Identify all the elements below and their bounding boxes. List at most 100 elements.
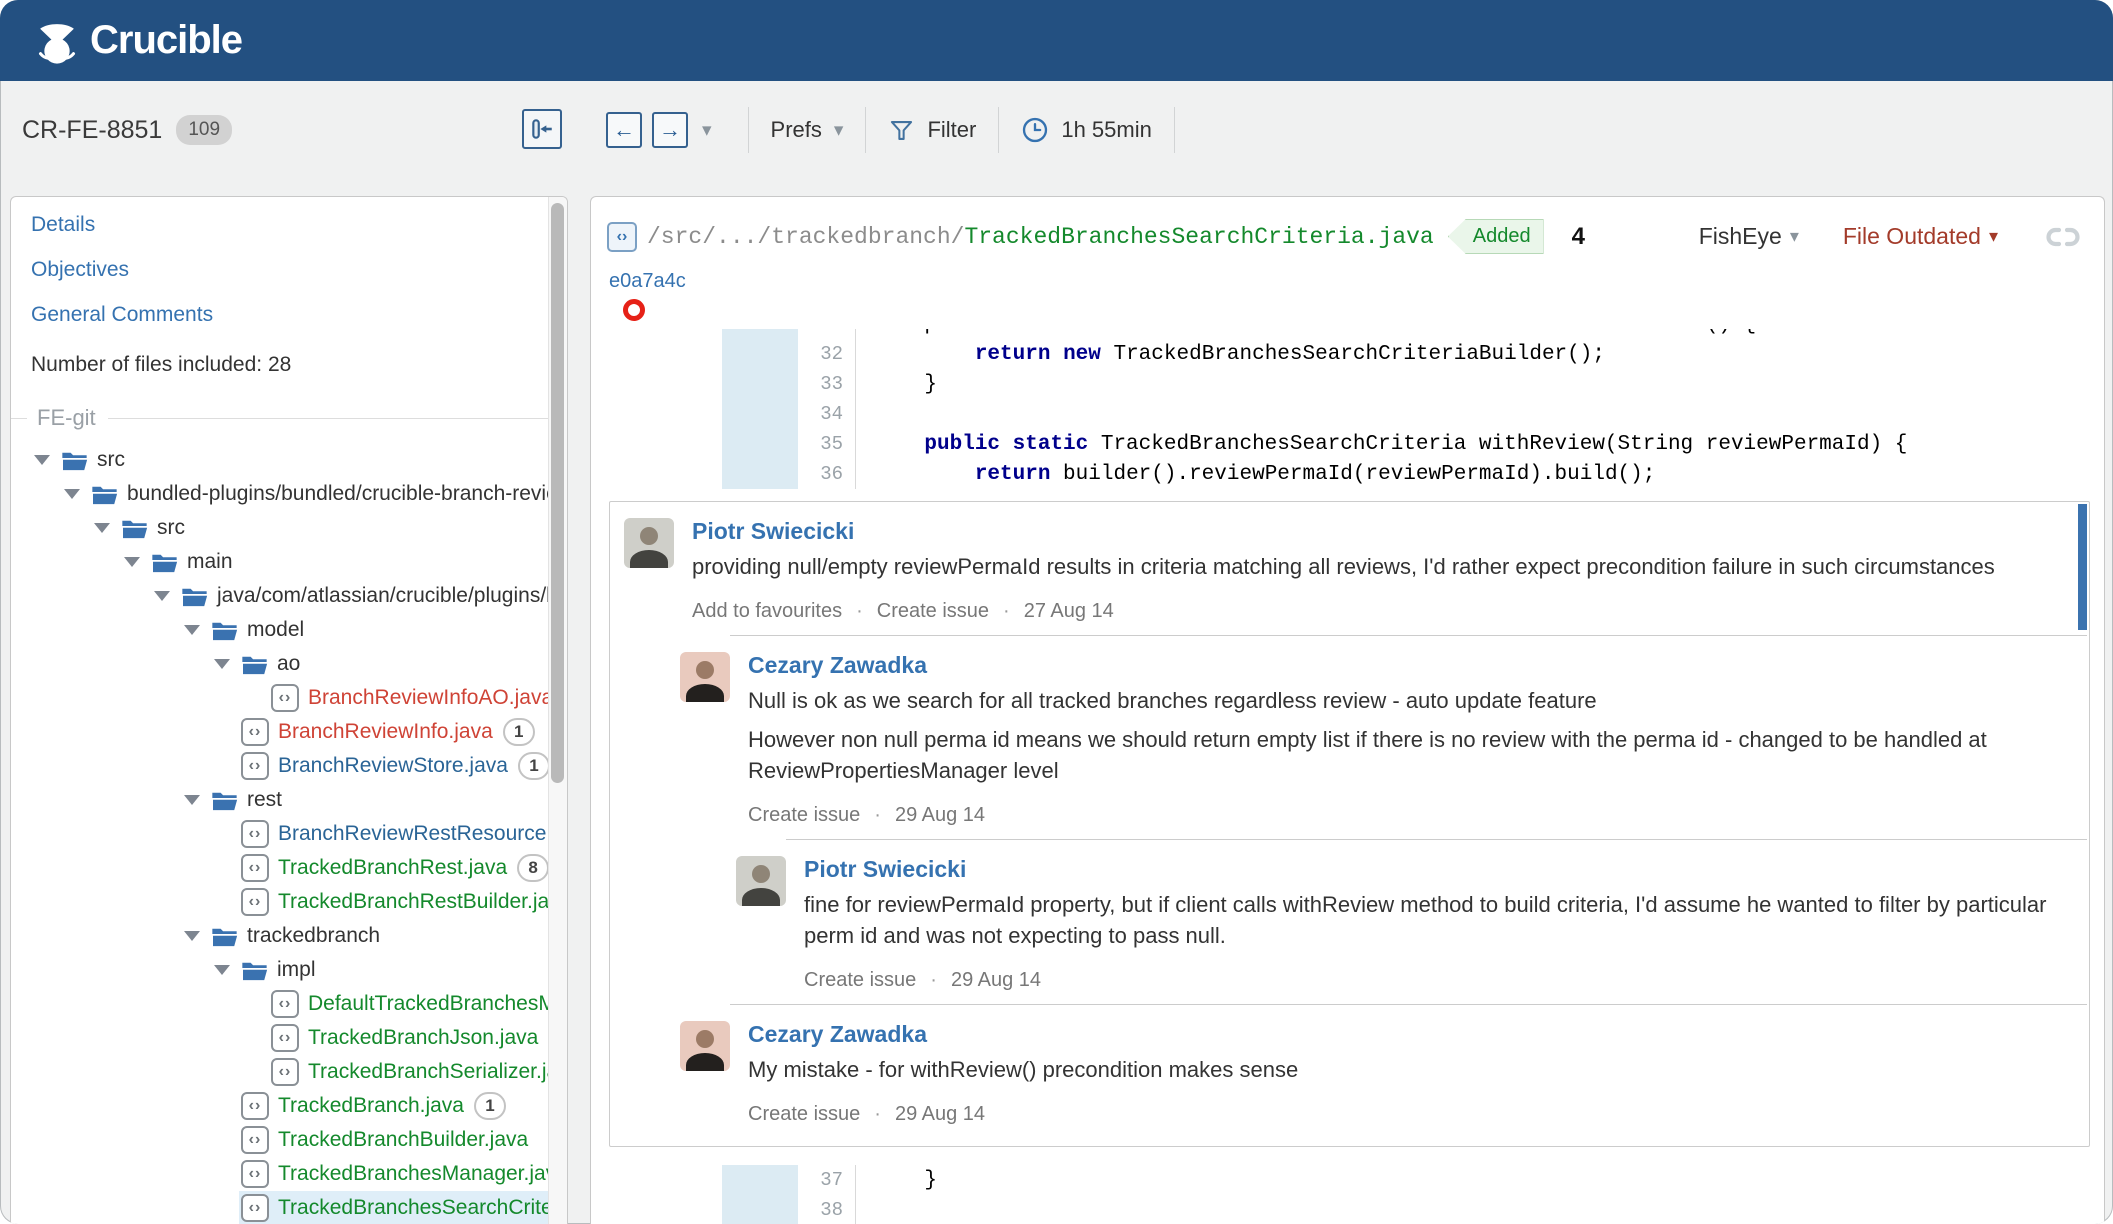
tree-item-folder[interactable]: ao — [31, 647, 567, 681]
avatar-head — [696, 1030, 714, 1048]
chevron-down-icon[interactable] — [94, 523, 110, 533]
comment-footer: Create issue · 29 Aug 14 — [748, 1103, 2059, 1126]
line-number[interactable]: 37 — [798, 1165, 856, 1195]
tree-item-folder[interactable]: main — [31, 545, 567, 579]
chevron-down-icon[interactable] — [184, 931, 200, 941]
comment-text: However non null perma id means we shoul… — [748, 727, 1987, 783]
dot-separator: · — [930, 969, 937, 991]
chevron-down-icon[interactable] — [154, 591, 170, 601]
folder-label: src — [157, 516, 185, 539]
tree-file-content: ‹› TrackedBranchesManager.java — [239, 1157, 567, 1191]
tree-file-content: ‹› TrackedBranchBuilder.java — [239, 1123, 567, 1157]
tree-item-folder[interactable]: model — [31, 613, 567, 647]
sidebar-scrollbar[interactable] — [548, 197, 567, 1224]
line-number[interactable]: 34 — [798, 399, 856, 429]
line-number[interactable]: 35 — [798, 429, 856, 459]
chevron-down-icon[interactable] — [64, 489, 80, 499]
tree-item-file[interactable]: ‹› BranchReviewInfo.java 1 — [31, 715, 567, 749]
chevron-down-icon[interactable] — [34, 455, 50, 465]
comment-action-link[interactable]: Create issue — [877, 600, 989, 623]
file-code-icon: ‹› — [241, 1160, 269, 1188]
fisheye-dropdown[interactable]: FishEye ▾ — [1699, 223, 1799, 250]
tree-folder-content: rest — [209, 783, 567, 817]
dot-separator: · — [1003, 600, 1010, 622]
nav-dropdown-caret-icon[interactable]: ▾ — [702, 119, 712, 142]
tree-item-folder[interactable]: impl — [31, 953, 567, 987]
comment-action-link[interactable]: Create issue — [748, 804, 860, 827]
folder-icon — [241, 960, 268, 981]
file-code-icon: ‹› — [241, 752, 269, 780]
prev-diff-button[interactable]: ← — [606, 112, 642, 148]
tree-item-folder[interactable]: rest — [31, 783, 567, 817]
tree-item-file[interactable]: ‹› TrackedBranchRest.java 8 — [31, 851, 567, 885]
file-label: TrackedBranchRest.java — [278, 856, 508, 879]
tree-item-file[interactable]: ‹› TrackedBranchBuilder.java — [31, 1123, 567, 1157]
tree-item-file[interactable]: ‹› TrackedBranchJson.java — [31, 1021, 567, 1055]
file-label: TrackedBranchRestBuilder.java — [278, 890, 567, 913]
code-line: 36 return builder().reviewPermaId(review… — [591, 459, 2104, 489]
tree-item-file[interactable]: ‹› BranchReviewInfoAO.java — [31, 681, 567, 715]
comment-author-link[interactable]: Cezary Zawadka — [748, 652, 927, 679]
comment-scrollbar-thumb[interactable] — [2078, 504, 2087, 630]
file-code-icon: ‹› — [271, 1058, 299, 1086]
next-diff-button[interactable]: → — [652, 112, 688, 148]
line-number[interactable]: 33 — [798, 369, 856, 399]
comment-author-link[interactable]: Piotr Swiecicki — [804, 856, 966, 883]
chevron-down-icon[interactable] — [184, 625, 200, 635]
file-code-icon: ‹› — [607, 221, 637, 252]
filter-button[interactable]: Filter — [888, 117, 976, 144]
comment-author-link[interactable]: Cezary Zawadka — [748, 1021, 927, 1048]
code-line: 35 public static TrackedBranchesSearchCr… — [591, 429, 2104, 459]
sidebar-scrollbar-thumb[interactable] — [551, 203, 564, 783]
collapse-sidebar-button[interactable] — [522, 109, 562, 149]
code-gutter-outer — [591, 1195, 722, 1224]
folder-icon — [241, 654, 268, 675]
tree-item-file[interactable]: ‹› BranchReviewRestResource.java — [31, 817, 567, 851]
code-line: 37 } — [591, 1165, 2104, 1195]
comment-action-link[interactable]: Create issue — [804, 969, 916, 992]
chevron-down-icon[interactable] — [214, 659, 230, 669]
chevron-down-icon[interactable] — [184, 795, 200, 805]
tree-item-file[interactable]: ‹› DefaultTrackedBranchesManager.java — [31, 987, 567, 1021]
avatar-head — [696, 661, 714, 679]
tree-item-folder[interactable]: bundled-plugins/bundled/crucible-branch-… — [31, 477, 567, 511]
tree-file-content: ‹› TrackedBranchSerializer.java — [269, 1055, 567, 1089]
file-outdated-dropdown[interactable]: File Outdated ▾ — [1843, 223, 1998, 250]
prefs-dropdown[interactable]: Prefs ▾ — [771, 117, 844, 143]
sidebar-link-general-comments[interactable]: General Comments — [31, 303, 567, 327]
sidebar-link-objectives[interactable]: Objectives — [31, 258, 567, 282]
chevron-down-icon[interactable] — [214, 965, 230, 975]
code-gutter-band — [722, 429, 798, 459]
chevron-down-icon[interactable] — [124, 557, 140, 567]
code-text: public static TrackedBranchesSearchCrite… — [924, 432, 1908, 456]
line-number[interactable]: 38 — [798, 1195, 856, 1224]
comment-action-link[interactable]: Create issue — [748, 1103, 860, 1126]
tree-item-file[interactable]: ‹› TrackedBranchesSearchCriteria.java — [31, 1191, 567, 1224]
line-number[interactable] — [798, 329, 856, 339]
tree-item-file[interactable]: ‹› BranchReviewStore.java 1 — [31, 749, 567, 783]
tree-item-folder[interactable]: src — [31, 511, 567, 545]
subbar: CR-FE-8851 109 ← → ▾ Prefs ▾ Filter 1h 5… — [0, 81, 2113, 196]
tree-item-folder[interactable]: trackedbranch — [31, 919, 567, 953]
tree-item-file[interactable]: ‹› TrackedBranchSerializer.java — [31, 1055, 567, 1089]
tree-item-folder[interactable]: java/com/atlassian/crucible/plugins/br — [31, 579, 567, 613]
tree-item-file[interactable]: ‹› TrackedBranchRestBuilder.java — [31, 885, 567, 919]
folder-icon — [211, 790, 238, 811]
tree-item-file[interactable]: ‹› TrackedBranchesManager.java — [31, 1157, 567, 1191]
comment-text: My mistake - for withReview() preconditi… — [748, 1057, 1299, 1082]
app-window: Crucible CR-FE-8851 109 ← → ▾ Prefs ▾ Fi… — [0, 0, 2113, 1224]
unlink-icon[interactable] — [2042, 225, 2084, 249]
tree-item-file[interactable]: ‹› TrackedBranch.java 1 — [31, 1089, 567, 1123]
revision-link[interactable]: e0a7a4c — [609, 270, 686, 292]
file-label: BranchReviewStore.java — [278, 754, 508, 777]
tree-item-folder[interactable]: src — [31, 443, 567, 477]
sidebar-link-details[interactable]: Details — [31, 213, 567, 237]
comment-count-badge: 1 — [502, 718, 535, 746]
avatar-torso — [630, 550, 668, 568]
time-spent-button[interactable]: 1h 55min — [1021, 116, 1152, 144]
line-number[interactable]: 36 — [798, 459, 856, 489]
line-number[interactable]: 32 — [798, 339, 856, 369]
comment-action-link[interactable]: Add to favourites — [692, 600, 842, 623]
comment-author-link[interactable]: Piotr Swiecicki — [692, 518, 854, 545]
folder-label: java/com/atlassian/crucible/plugins/br — [217, 584, 565, 607]
